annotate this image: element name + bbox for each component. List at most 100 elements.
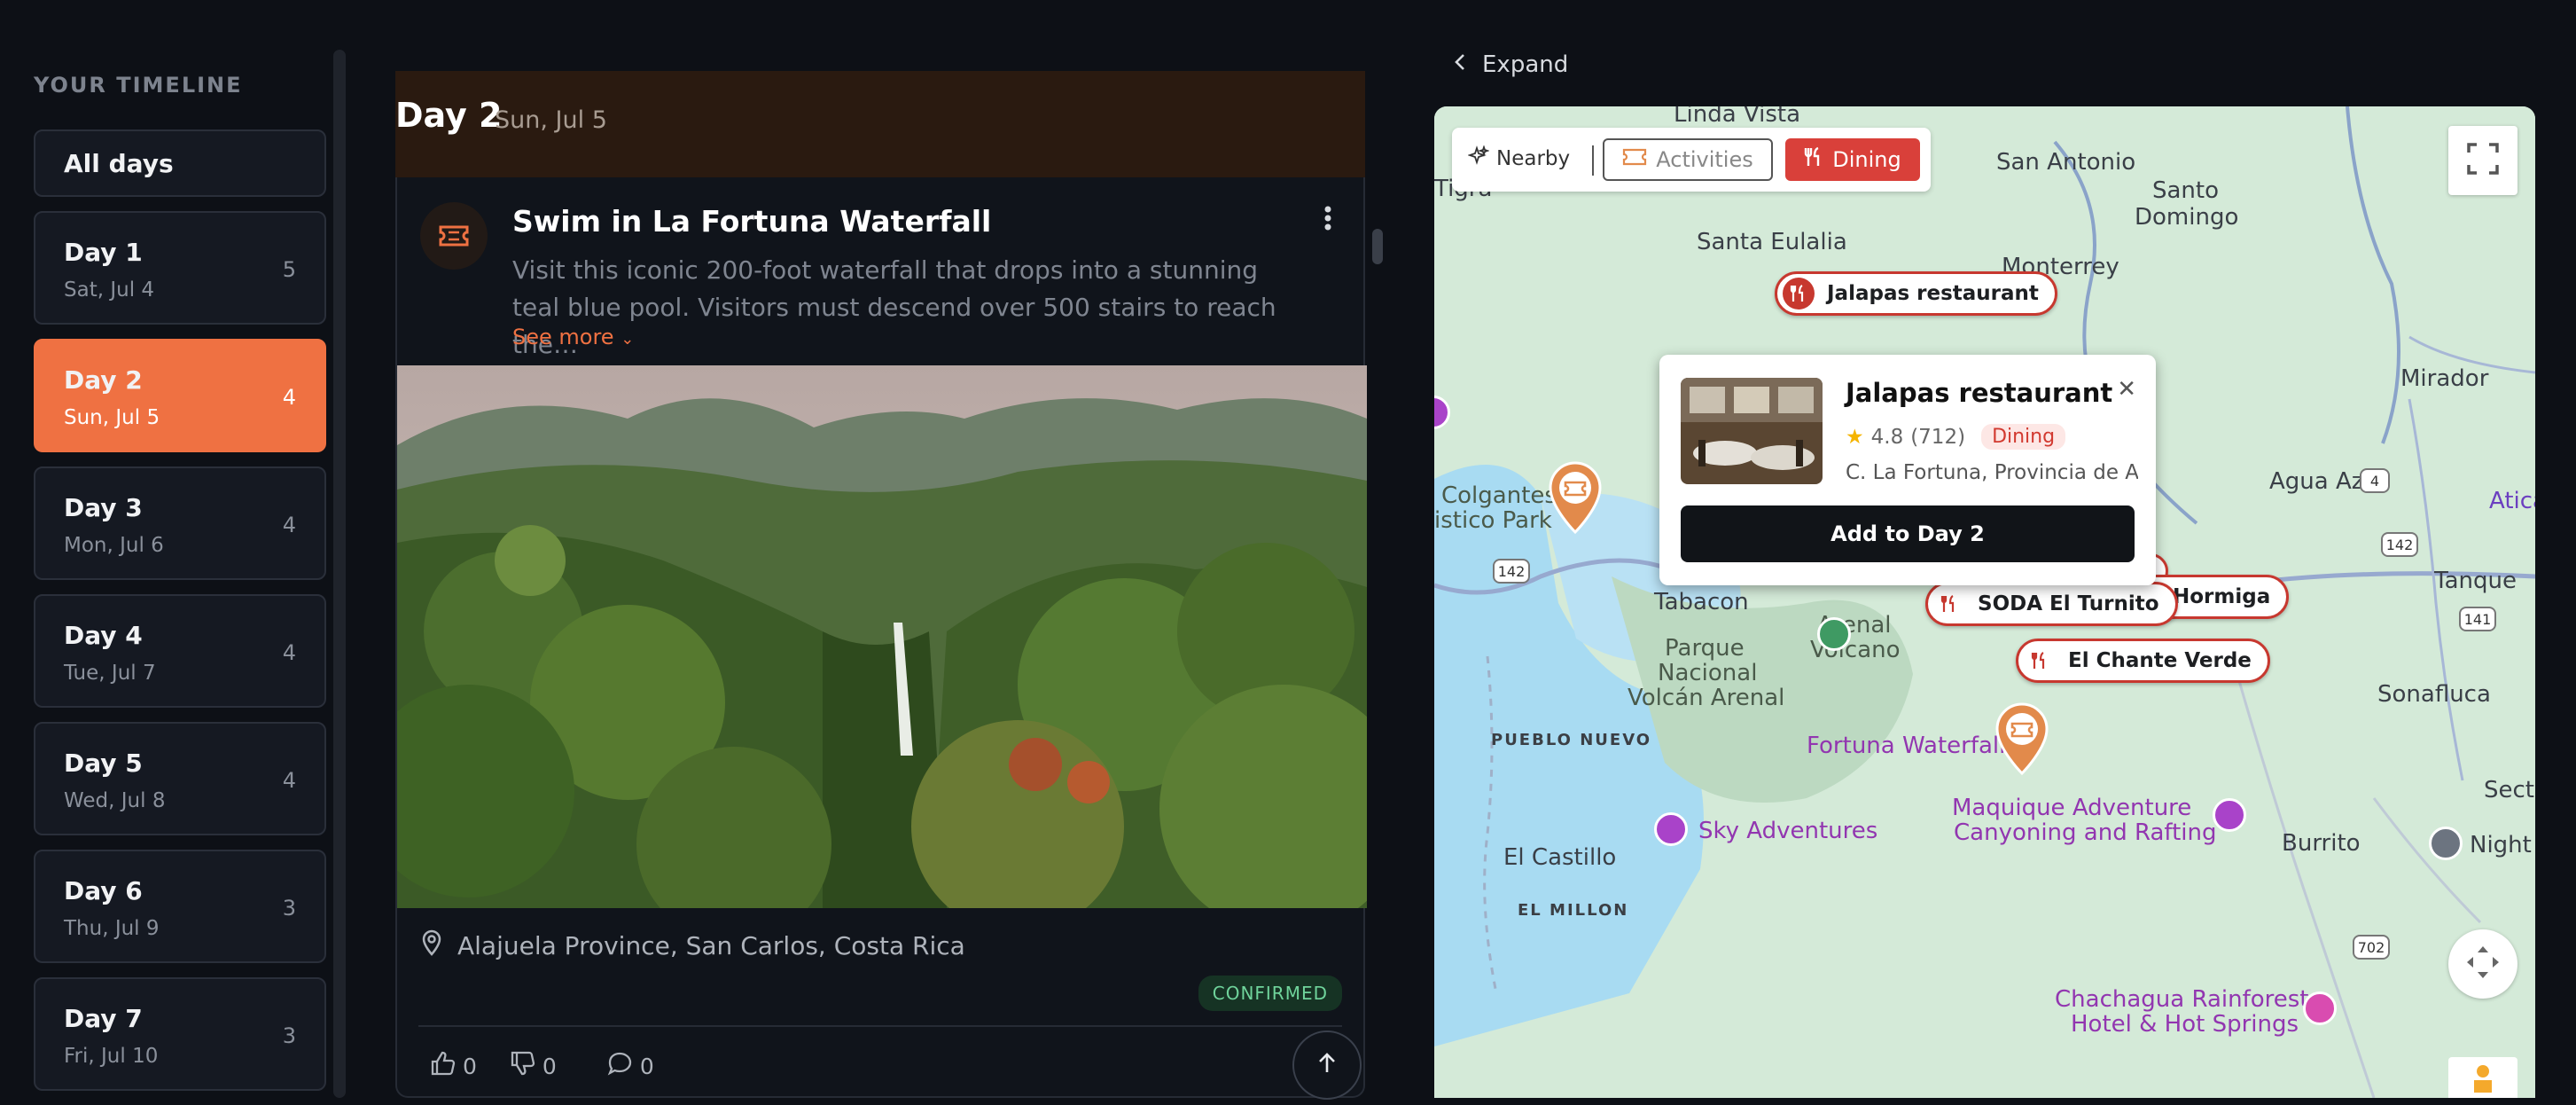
road-badge: 142	[1493, 559, 1530, 584]
place-maquique-rafting: Canyoning and Rafting	[1954, 819, 2217, 846]
day-date: Fri, Jul 10	[64, 1045, 159, 1068]
place-chachagua-hotel: Hotel & Hot Springs	[2071, 1011, 2299, 1038]
location-poi-icon[interactable]	[2429, 827, 2463, 860]
place-atica: Atica	[2489, 488, 2535, 514]
dining-pin-jalapas[interactable]: Jalapas restaurant	[1775, 271, 2057, 316]
place-sonafluca: Sonafluca	[2377, 681, 2491, 708]
content-scrollbar[interactable]	[1372, 229, 1383, 264]
timeline-sidebar: YOUR TIMELINE All days Day 1 Sat, Jul 4 …	[0, 0, 355, 1098]
place-night-t: Night T	[2470, 832, 2535, 858]
expand-map-button[interactable]: Expand	[1454, 51, 1568, 78]
road-badge: 4	[2360, 468, 2390, 493]
scroll-to-top-button[interactable]	[1292, 1031, 1362, 1100]
dislike-count: 0	[542, 1053, 557, 1079]
filter-divider	[1592, 145, 1594, 176]
day-card-3[interactable]: Day 3 Mon, Jul 6 4	[34, 466, 326, 580]
day-title: Day 1	[64, 238, 143, 267]
place-tanque: Tanque	[2434, 568, 2517, 594]
dining-pin-chante[interactable]: El Chante Verde	[2016, 639, 2270, 683]
day-date: Tue, Jul 7	[64, 662, 156, 685]
day-card-7[interactable]: Day 7 Fri, Jul 10 3	[34, 977, 326, 1091]
thumbs-up-icon	[429, 1050, 456, 1082]
volcano-poi-icon[interactable]	[1817, 617, 1851, 651]
thumbs-down-icon	[509, 1050, 535, 1082]
nearby-label: Nearby	[1496, 147, 1571, 170]
place-info-popup: Jalapas restaurant ✕ ★ 4.8 (712) Dining …	[1659, 355, 2156, 585]
arrow-up-icon	[1315, 1051, 1339, 1079]
camera-poi-icon[interactable]	[1654, 812, 1688, 846]
day-title: Day 6	[64, 876, 143, 905]
day-card-1[interactable]: Day 1 Sat, Jul 4 5	[34, 211, 326, 325]
like-button[interactable]: 0	[429, 1050, 477, 1082]
place-domingo: Domingo	[2135, 204, 2239, 231]
day-date: Sat, Jul 4	[64, 278, 155, 302]
road-badge: 141	[2459, 607, 2496, 631]
close-icon[interactable]: ✕	[2117, 376, 2136, 403]
waterfall-photo	[397, 365, 1367, 908]
more-options-icon[interactable]	[1319, 202, 1337, 238]
dining-filter[interactable]: Dining	[1785, 138, 1920, 181]
day-detail-panel: Day 2 Sun, Jul 5 Swim in La Fortuna Wate…	[395, 71, 1367, 1100]
hotel-poi-icon[interactable]	[2303, 991, 2337, 1025]
place-sky-adventures: Sky Adventures	[1698, 818, 1878, 844]
dining-pin-label: Hormiga	[2173, 585, 2271, 608]
dislike-button[interactable]: 0	[509, 1050, 557, 1082]
day-count: 4	[282, 513, 296, 537]
fullscreen-button[interactable]	[2448, 126, 2517, 195]
see-more-link[interactable]: See more ⌄	[512, 325, 634, 349]
place-san-antonio: San Antonio	[1996, 149, 2136, 176]
day-count: 4	[282, 640, 296, 665]
day-card-4[interactable]: Day 4 Tue, Jul 7 4	[34, 594, 326, 708]
day-count: 5	[282, 257, 296, 282]
location-text: Alajuela Province, San Carlos, Costa Ric…	[457, 931, 965, 960]
star-icon: ★	[1846, 425, 1864, 449]
day-date: Sun, Jul 5	[64, 406, 160, 429]
activity-map-pin[interactable]	[1994, 702, 2049, 776]
day-title: Day 2	[64, 365, 143, 395]
dining-pin-label: SODA El Turnito	[1978, 592, 2159, 615]
restaurant-photo	[1681, 378, 1823, 484]
day-title: Day 3	[64, 493, 143, 522]
place-tabacon: Tabacon	[1654, 589, 1749, 615]
fullscreen-icon	[2466, 142, 2500, 179]
comment-count: 0	[639, 1053, 654, 1079]
activity-map-pin[interactable]	[1548, 461, 1603, 535]
map-filter-bar: Nearby Activities Dining	[1452, 128, 1931, 192]
dining-pin-soda[interactable]: SODA El Turnito	[1925, 582, 2178, 626]
ticket-icon	[1622, 147, 1647, 172]
chevron-down-icon: ⌄	[621, 330, 635, 349]
day-list: All days Day 1 Sat, Jul 4 5 Day 2 Sun, J…	[34, 129, 326, 1105]
activities-filter[interactable]: Activities	[1603, 138, 1773, 181]
day-title: Day 7	[64, 1004, 143, 1033]
place-volcan-arenal: Volcán Arenal	[1628, 685, 1785, 711]
popup-address: C. La Fortuna, Provincia de Alajuela	[1846, 461, 2138, 484]
map-view[interactable]: Linda Vista Tigra San Antonio Santo Domi…	[1434, 106, 2535, 1098]
street-view-pegman-icon[interactable]	[2448, 1057, 2517, 1098]
day-title: Day 5	[64, 748, 143, 778]
place-mirador: Mirador	[2400, 365, 2489, 392]
category-badge: Dining	[1981, 424, 2066, 450]
dining-pin-label: El Chante Verde	[2068, 649, 2252, 672]
day-header-title: Day 2	[395, 96, 503, 135]
camera-poi-icon[interactable]	[2213, 798, 2246, 832]
dining-label: Dining	[1832, 147, 1901, 172]
sparkle-icon	[1467, 145, 1490, 172]
comment-button[interactable]: 0	[606, 1050, 654, 1082]
all-days-button[interactable]: All days	[34, 129, 326, 197]
place-colgantes: Colgantes	[1441, 482, 1557, 509]
sidebar-scrollbar[interactable]	[333, 50, 346, 1098]
day-date: Wed, Jul 8	[64, 789, 166, 812]
add-to-day-button[interactable]: Add to Day 2	[1681, 505, 2135, 562]
road-badge: 142	[2381, 532, 2418, 557]
move-arrows-icon	[2463, 943, 2502, 985]
nearby-filter[interactable]: Nearby	[1467, 145, 1571, 172]
timeline-heading: YOUR TIMELINE	[34, 73, 243, 98]
day-card-2[interactable]: Day 2 Sun, Jul 5 4	[34, 339, 326, 452]
comment-icon	[606, 1050, 633, 1082]
map-pin-icon	[420, 929, 443, 962]
place-santo: Santo	[2152, 177, 2220, 204]
day-card-6[interactable]: Day 6 Thu, Jul 9 3	[34, 850, 326, 963]
day-card-5[interactable]: Day 5 Wed, Jul 8 4	[34, 722, 326, 835]
activity-card: Swim in La Fortuna Waterfall Visit this …	[395, 177, 1367, 1100]
map-pan-button[interactable]	[2448, 929, 2517, 999]
